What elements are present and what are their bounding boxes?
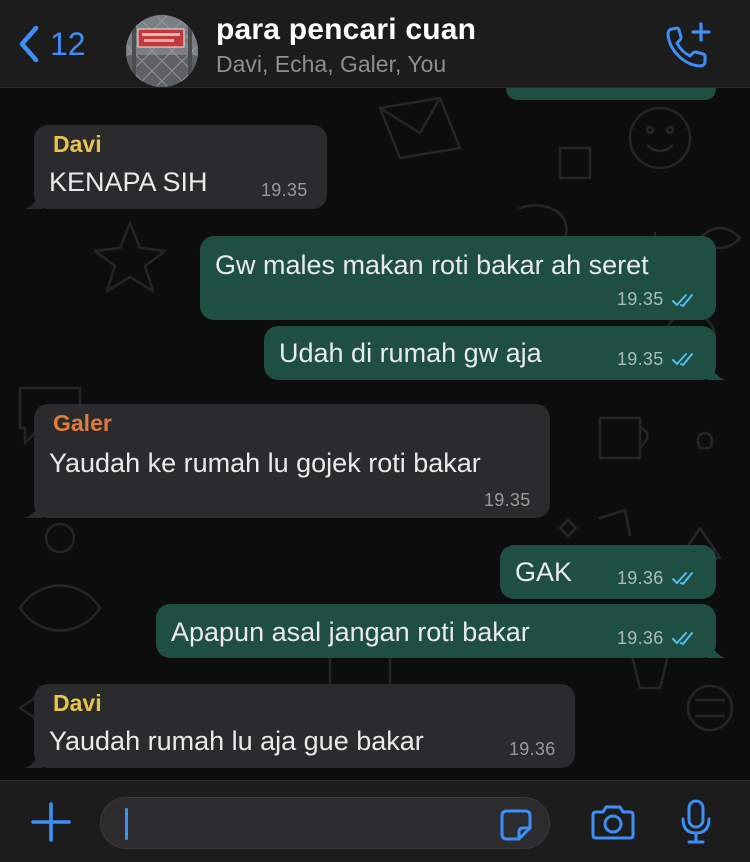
message-text: Yaudah ke rumah lu gojek roti bakar	[49, 448, 481, 478]
attach-button[interactable]	[30, 801, 72, 843]
double-check-read-icon	[672, 353, 693, 366]
outgoing-message-bubble[interactable]: Udah di rumah gw aja 19.35	[264, 326, 725, 380]
message-time: 19.36	[509, 739, 556, 759]
phone-plus-icon	[666, 22, 711, 68]
message-text: KENAPA SIH	[49, 167, 208, 197]
sender-name[interactable]: Davi	[53, 690, 102, 717]
sticker-button[interactable]	[499, 808, 533, 842]
double-check-read-icon	[672, 572, 693, 585]
compose-bar	[0, 780, 750, 862]
outgoing-message-bubble[interactable]: Gw males makan roti bakar ah seret 19.35	[200, 236, 716, 320]
incoming-message-bubble[interactable]: Galer Yaudah ke rumah lu gojek roti baka…	[25, 404, 550, 518]
message-time: 19.35	[617, 289, 664, 309]
unread-count: 12	[50, 25, 86, 62]
microphone-icon	[681, 799, 711, 844]
add-call-button[interactable]	[662, 20, 714, 72]
incoming-message-bubble[interactable]: Davi KENAPA SIH 19.35	[25, 125, 327, 209]
message-time: 19.35	[617, 349, 664, 369]
message-text: Apapun asal jangan roti bakar	[171, 617, 530, 647]
message-time: 19.36	[617, 628, 664, 648]
message-text: Gw males makan roti bakar ah seret	[215, 250, 649, 280]
outgoing-message-bubble[interactable]: Apapun asal jangan roti bakar 19.36	[156, 604, 725, 658]
message-text: Yaudah rumah lu aja gue bakar	[49, 726, 424, 756]
double-check-read-icon	[672, 632, 693, 645]
plus-icon	[31, 802, 71, 842]
double-check-read-icon	[672, 294, 693, 307]
outgoing-message-bubble[interactable]: GAK 19.36	[500, 545, 716, 599]
back-button[interactable]: 12	[14, 22, 86, 66]
incoming-message-bubble[interactable]: Davi Yaudah rumah lu aja gue bakar 19.36	[25, 684, 575, 768]
chat-participants[interactable]: Davi, Echa, Galer, You	[216, 51, 446, 78]
sticker-icon	[500, 809, 532, 841]
message-time: 19.35	[261, 180, 308, 200]
camera-button[interactable]	[590, 803, 636, 841]
group-photo	[126, 15, 198, 87]
group-avatar[interactable]	[126, 15, 198, 87]
chat-title[interactable]: para pencari cuan	[216, 13, 476, 47]
sender-name[interactable]: Galer	[53, 410, 112, 437]
text-cursor	[125, 808, 128, 840]
chevron-left-icon	[19, 25, 39, 63]
camera-icon	[591, 805, 635, 840]
message-time: 19.36	[617, 568, 664, 588]
previous-message-bubble[interactable]	[506, 88, 716, 100]
sender-name[interactable]: Davi	[53, 131, 102, 158]
message-input[interactable]	[100, 797, 550, 849]
message-time: 19.35	[484, 490, 531, 510]
message-list[interactable]: Davi KENAPA SIH 19.35 Gw males makan rot…	[0, 88, 750, 780]
voice-record-button[interactable]	[680, 799, 712, 845]
message-text: GAK	[515, 557, 573, 587]
chat-header: 12 para pencari cuan Davi, Echa, Galer, …	[0, 0, 750, 88]
message-text: Udah di rumah gw aja	[279, 338, 542, 368]
